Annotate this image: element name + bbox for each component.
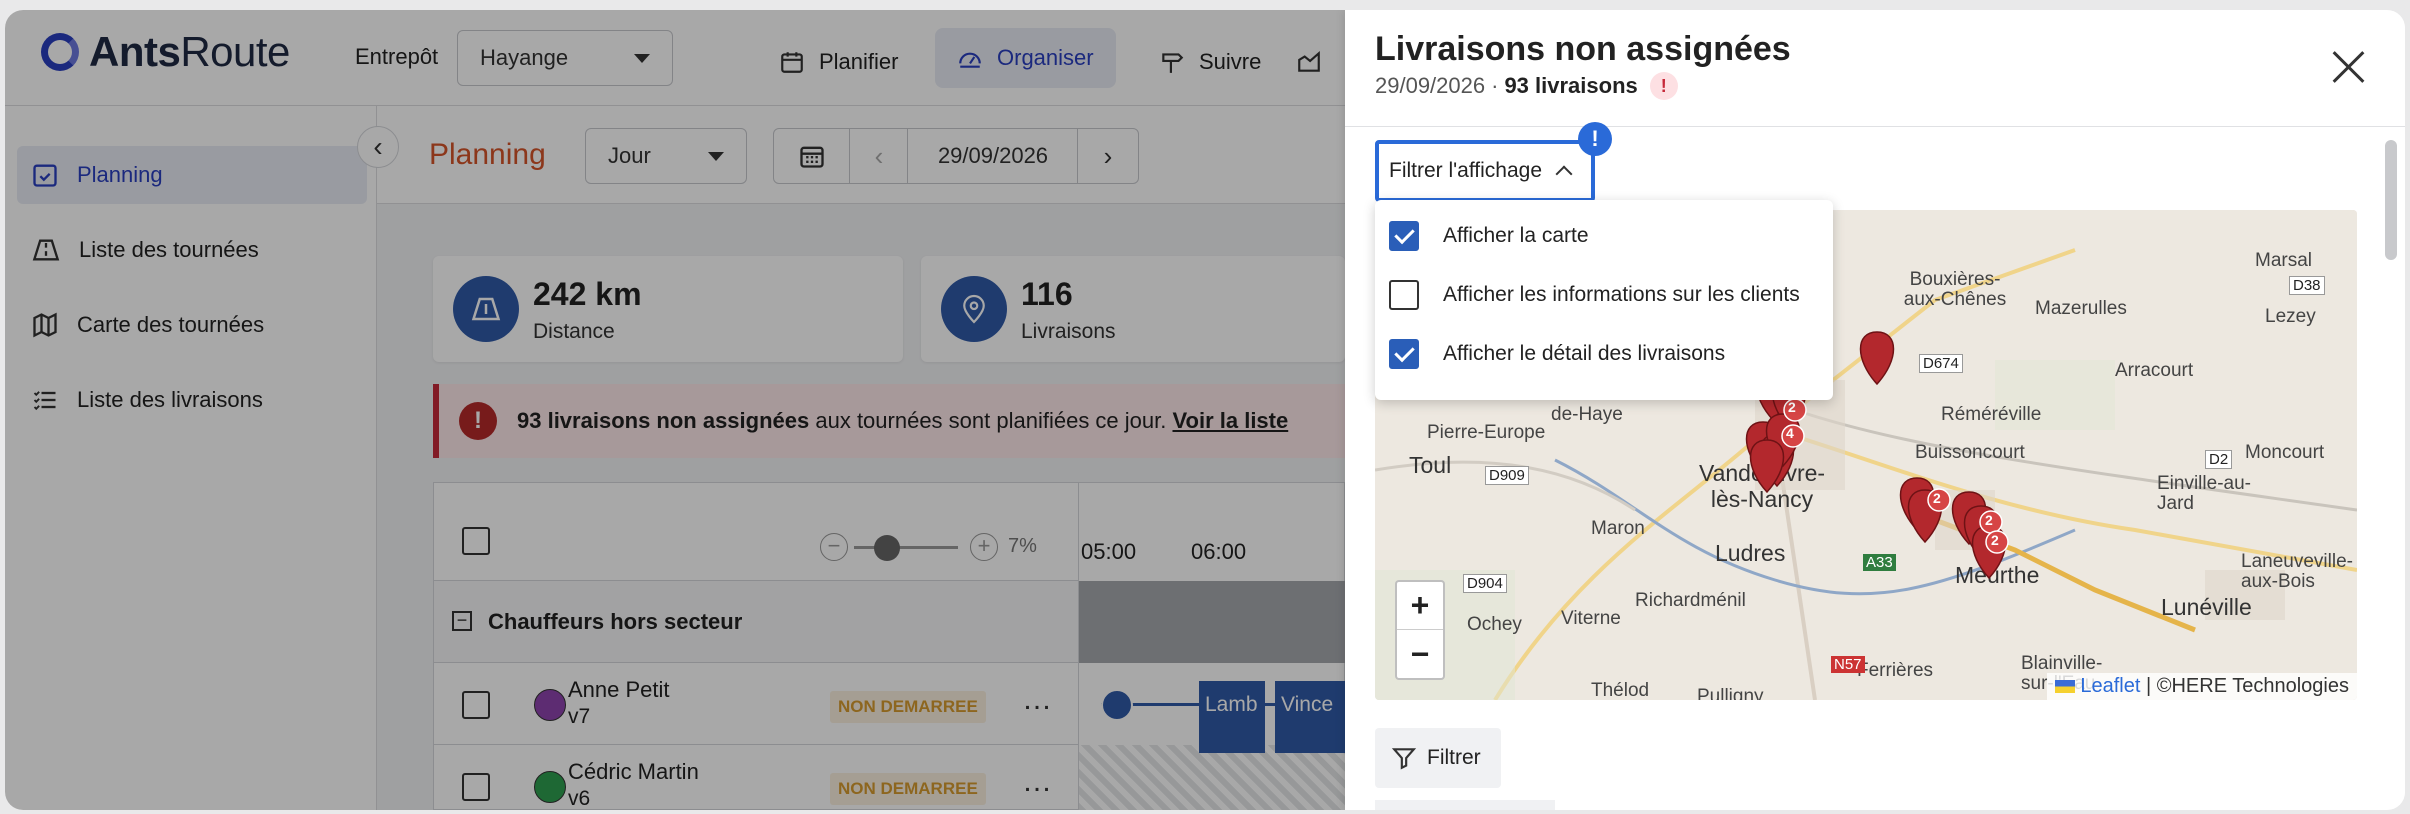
filter-display-label: Filtrer l'affichage — [1389, 159, 1543, 182]
option-show-map[interactable]: Afficher la carte — [1389, 216, 1589, 256]
map-zoom-control: + − — [1395, 580, 1445, 680]
cluster-count: 2 — [1985, 512, 1993, 528]
panel-date: 29/09/2026 — [1375, 73, 1486, 98]
cluster-count: 2 — [1788, 399, 1796, 415]
panel-subtitle: 29/09/2026 · 93 livraisons ! — [1375, 72, 1678, 100]
modal-backdrop[interactable] — [5, 10, 1345, 810]
info-badge-icon: ! — [1578, 122, 1612, 156]
option-show-client-info[interactable]: Afficher les informations sur les client… — [1389, 275, 1800, 315]
option-show-delivery-detail[interactable]: Afficher le détail des livraisons — [1389, 334, 1725, 374]
divider — [1345, 126, 2405, 127]
app-window: AntsRoute Entrepôt Hayange Planifier Org… — [5, 10, 2405, 810]
checkbox-unchecked[interactable] — [1389, 280, 1419, 310]
option-label: Afficher les informations sur les client… — [1443, 283, 1800, 306]
close-icon[interactable] — [2331, 50, 2365, 84]
cluster-count: 4 — [1786, 425, 1794, 441]
filter-display-dropdown: Afficher la carte Afficher les informati… — [1375, 200, 1833, 400]
panel-title: Livraisons non assignées — [1375, 30, 1791, 68]
checkbox-checked[interactable] — [1389, 339, 1419, 369]
option-label: Afficher la carte — [1443, 224, 1589, 247]
leaflet-link[interactable]: Leaflet — [2080, 675, 2140, 697]
ukraine-flag-icon — [2054, 680, 2075, 694]
unassigned-panel: Livraisons non assignées 29/09/2026 · 93… — [1345, 10, 2405, 810]
panel-separator: · — [1491, 73, 1499, 98]
exclamation-icon: ! — [1649, 72, 1678, 100]
panel-scrollbar[interactable] — [2385, 140, 2397, 260]
filter-display-button[interactable]: Filtrer l'affichage — [1375, 140, 1595, 202]
map-attribution: Leaflet | ©HERE Technologies — [2046, 673, 2357, 700]
chevron-up-icon — [1555, 165, 1573, 183]
cluster-count: 2 — [1991, 532, 1999, 548]
attribution-text: | ©HERE Technologies — [2146, 675, 2349, 697]
zoom-in-button[interactable]: + — [1397, 582, 1443, 630]
cluster-count: 2 — [1933, 490, 1941, 506]
zoom-out-button[interactable]: − — [1397, 630, 1443, 678]
filter-button[interactable]: Filtrer — [1375, 728, 1501, 788]
checkbox-checked[interactable] — [1389, 221, 1419, 251]
filter-button-label: Filtrer — [1427, 746, 1481, 769]
panel-count: 93 livraisons — [1504, 73, 1638, 98]
filter-icon — [1391, 748, 1417, 770]
panel-next-element — [1375, 800, 1555, 810]
option-label: Afficher le détail des livraisons — [1443, 342, 1726, 365]
